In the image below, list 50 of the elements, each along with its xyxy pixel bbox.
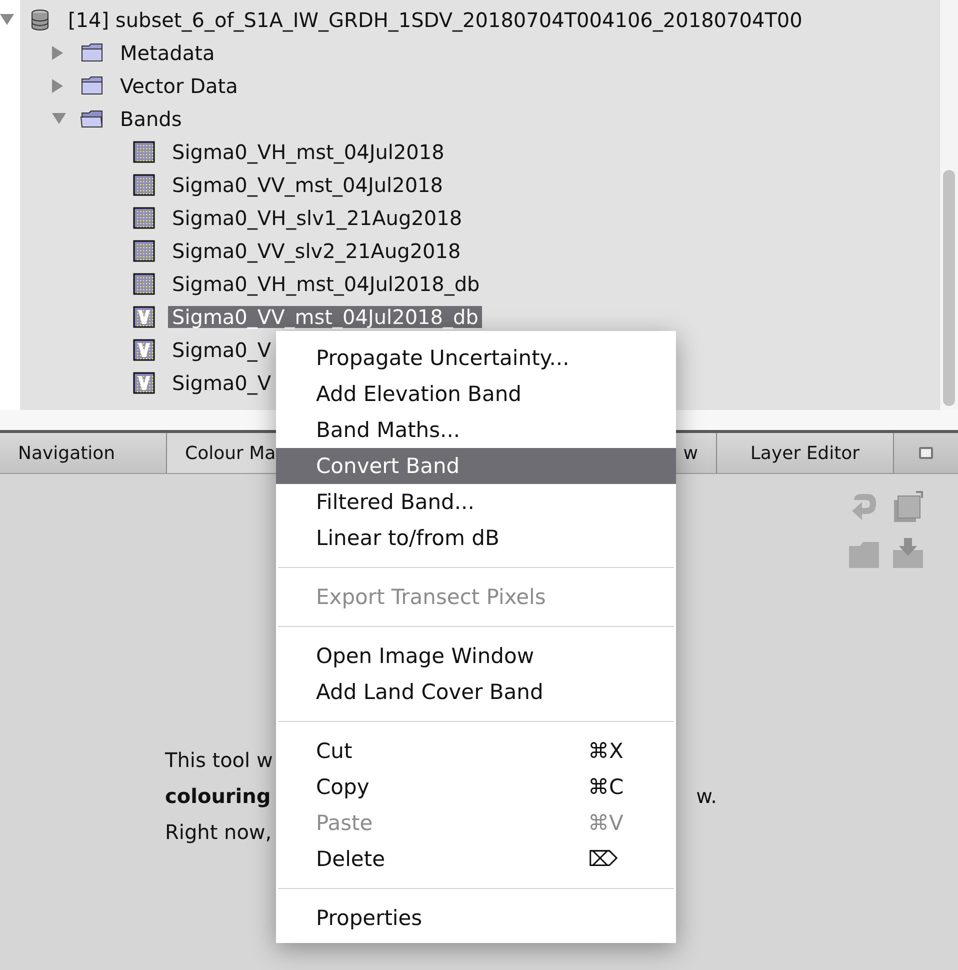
tree-item[interactable]: Sigma0_V (168, 338, 276, 360)
tree-item[interactable]: Sigma0_VH_mst_04Jul2018_db (168, 272, 484, 294)
virtual-band-icon (132, 338, 156, 362)
menu-item[interactable]: Linear to/from dB (276, 520, 676, 556)
tree-item[interactable]: Sigma0_VV_mst_04Jul2018 (168, 174, 447, 196)
info-text: w. (696, 783, 717, 810)
tab[interactable]: Navigation (0, 433, 167, 473)
collapse-arrow-icon[interactable] (52, 113, 66, 124)
shortcut-label: ⌦ (588, 847, 619, 871)
minimize-icon (919, 447, 933, 459)
tree-item[interactable]: Sigma0_VV_mst_04Jul2018_db (168, 306, 482, 328)
menu-item[interactable]: Add Land Cover Band (276, 674, 676, 710)
band-icon (132, 172, 156, 196)
virtual-band-icon (132, 304, 156, 328)
shortcut-label: ⌘V (588, 811, 624, 835)
band-icon (132, 206, 156, 230)
menu-item[interactable]: Convert Band (276, 448, 676, 484)
menu-item[interactable]: Copy ⌘C (276, 769, 676, 805)
shortcut-label: ⌘C (588, 775, 625, 799)
info-text: colouring (165, 783, 271, 810)
tree-item[interactable]: [14] subset_6_of_S1A_IW_GRDH_1SDV_20180704T004106_20180704T00 (64, 8, 806, 30)
menu-item[interactable]: Propagate Uncertainty... (276, 340, 676, 376)
tree-item[interactable]: Sigma0_VV_slv2_21Aug2018 (168, 240, 465, 262)
menu-item[interactable]: Open Image Window (276, 638, 676, 674)
minimize-button[interactable] (894, 433, 958, 473)
menu-item[interactable]: Add Elevation Band (276, 376, 676, 412)
menu-item[interactable]: Delete ⌦ (276, 841, 676, 877)
info-text: Right now, (165, 819, 272, 846)
collapse-arrow-icon[interactable] (0, 14, 14, 25)
virtual-band-icon (132, 370, 156, 394)
menu-item[interactable]: Band Maths... (276, 412, 676, 448)
tab[interactable]: Layer Editor (717, 433, 894, 473)
tree-item[interactable]: Bands (116, 108, 186, 130)
band-icon (132, 238, 156, 262)
tree-item[interactable]: Sigma0_VH_mst_04Jul2018 (168, 140, 448, 162)
expand-arrow-icon[interactable] (52, 78, 63, 92)
menu-item[interactable]: Properties (276, 900, 676, 936)
band-icon (132, 272, 156, 296)
menu-item[interactable]: Cut ⌘X (276, 733, 676, 769)
info-text: This tool w (165, 747, 273, 774)
menu-item[interactable]: Filtered Band... (276, 484, 676, 520)
tree-item[interactable]: Sigma0_V (168, 372, 276, 394)
tree-item[interactable]: Metadata (116, 42, 219, 64)
shortcut-label: ⌘X (588, 739, 624, 763)
band-icon (132, 140, 156, 164)
scrollbar[interactable] (939, 0, 958, 410)
tree-item[interactable]: Vector Data (116, 74, 242, 96)
scrollbar-thumb[interactable] (943, 170, 955, 406)
expand-arrow-icon[interactable] (52, 46, 63, 60)
tree-item[interactable]: Sigma0_VH_slv1_21Aug2018 (168, 206, 466, 228)
